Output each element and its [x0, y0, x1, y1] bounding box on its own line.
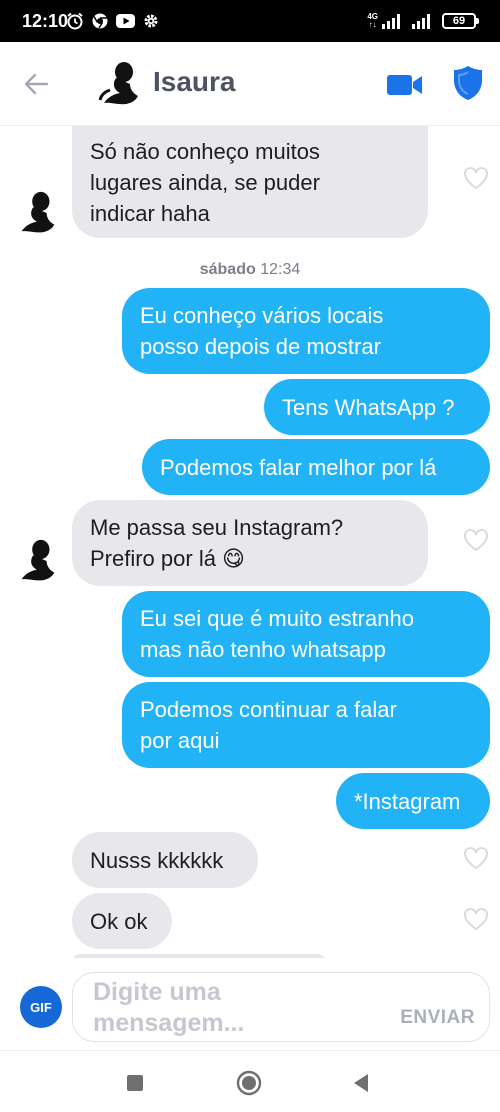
message-text: Ok ok: [90, 908, 148, 934]
like-heart-icon[interactable]: [463, 166, 489, 190]
message-bubble-received[interactable]: Só não conheço muitos lugares ainda, se …: [72, 126, 428, 238]
like-heart-icon[interactable]: [463, 528, 489, 552]
message-bubble-sent[interactable]: Eu sei que é muito estranho mas não tenh…: [122, 591, 490, 677]
video-call-icon: [387, 75, 422, 95]
separator-day: sábado: [199, 261, 256, 278]
settings-icon: [144, 14, 158, 28]
system-navigation-bar: [0, 1052, 500, 1112]
message-text: Podemos continuar a falar por aqui: [140, 697, 397, 753]
message-text: *Instagram: [354, 788, 461, 814]
gif-button[interactable]: GIF: [20, 986, 62, 1028]
contact-name[interactable]: Isaura: [153, 66, 236, 98]
message-input-placeholder: Digite uma mensagem...: [93, 978, 245, 1037]
message-bubble-sent[interactable]: Podemos continuar a falar por aqui: [122, 682, 490, 768]
status-system-icons: 4G ↑↓ 69: [367, 10, 479, 32]
silhouette-avatar-icon: [21, 191, 55, 233]
message-text: Me passa seu Instagram? Prefiro por lá 😋: [90, 515, 344, 571]
message-bubble-sent[interactable]: Eu conheço vários locais posso depois de…: [122, 288, 490, 374]
message-text: Eu sei que é muito estranho mas não tenh…: [140, 606, 414, 662]
message-composer: GIF Digite uma mensagem... ENVIAR: [0, 958, 500, 1052]
shield-icon: [454, 66, 482, 100]
message-text: Nusss kkkkkk: [90, 847, 224, 873]
silhouette-avatar-icon: [21, 539, 55, 581]
like-heart-icon[interactable]: [463, 846, 489, 870]
contact-avatar[interactable]: [96, 58, 144, 110]
message-bubble-sent[interactable]: Podemos falar melhor por lá: [142, 439, 490, 495]
status-notification-icons: [66, 10, 159, 32]
contact-avatar-small[interactable]: [12, 536, 62, 586]
message-bubble-received[interactable]: Me passa seu Instagram? Prefiro por lá 😋: [72, 500, 428, 586]
home-icon: [236, 1070, 262, 1096]
message-bubble-sent[interactable]: Tens WhatsApp ?: [264, 379, 490, 435]
message-text: Só não conheço muitos lugares ainda, se …: [90, 138, 320, 226]
battery-level: 69: [452, 15, 466, 27]
back-arrow-icon: [24, 73, 49, 95]
send-button[interactable]: ENVIAR: [400, 1007, 475, 1029]
video-call-button[interactable]: [386, 68, 424, 102]
chrome-icon: [92, 13, 108, 29]
like-heart-icon[interactable]: [463, 907, 489, 931]
recent-apps-button[interactable]: [122, 1070, 148, 1096]
home-button[interactable]: [236, 1070, 262, 1096]
safety-button[interactable]: [452, 64, 484, 102]
date-separator: sábado 12:34: [0, 261, 500, 279]
message-bubble-received[interactable]: Nusss kkkkkk: [72, 832, 258, 888]
message-text: Eu conheço vários locais posso depois de…: [140, 303, 384, 359]
divider: [0, 1050, 500, 1051]
message-text: Podemos falar melhor por lá: [160, 454, 437, 480]
back-button[interactable]: [20, 64, 52, 104]
battery-icon: 69: [442, 13, 479, 29]
system-back-button[interactable]: [348, 1070, 374, 1096]
contact-avatar-small[interactable]: [12, 188, 62, 238]
recent-apps-icon: [127, 1075, 143, 1091]
alarm-icon: [67, 12, 83, 30]
signal-icon: [382, 13, 400, 29]
message-bubble-sent[interactable]: *Instagram: [336, 773, 490, 829]
status-time: 12:10: [22, 11, 69, 31]
network-type: 4G ↑↓: [367, 12, 378, 29]
message-list[interactable]: Só não conheço muitos lugares ainda, se …: [0, 126, 500, 958]
message-text: Tens WhatsApp ?: [282, 394, 455, 420]
message-bubble-received[interactable]: Ok ok: [72, 893, 172, 949]
message-input[interactable]: Digite uma mensagem... ENVIAR: [72, 972, 490, 1042]
silhouette-avatar-icon: [98, 62, 138, 105]
separator-time: 12:34: [260, 261, 301, 278]
status-bar: 12:10 4G ↑↓ 69: [0, 0, 500, 42]
chat-header: Isaura: [0, 42, 500, 126]
chat-screen: 12:10 4G ↑↓ 69 Isaura Só não conheço mui…: [0, 0, 500, 1112]
youtube-icon: [116, 14, 135, 28]
signal-icon-2: [412, 13, 430, 29]
back-icon: [354, 1074, 368, 1092]
